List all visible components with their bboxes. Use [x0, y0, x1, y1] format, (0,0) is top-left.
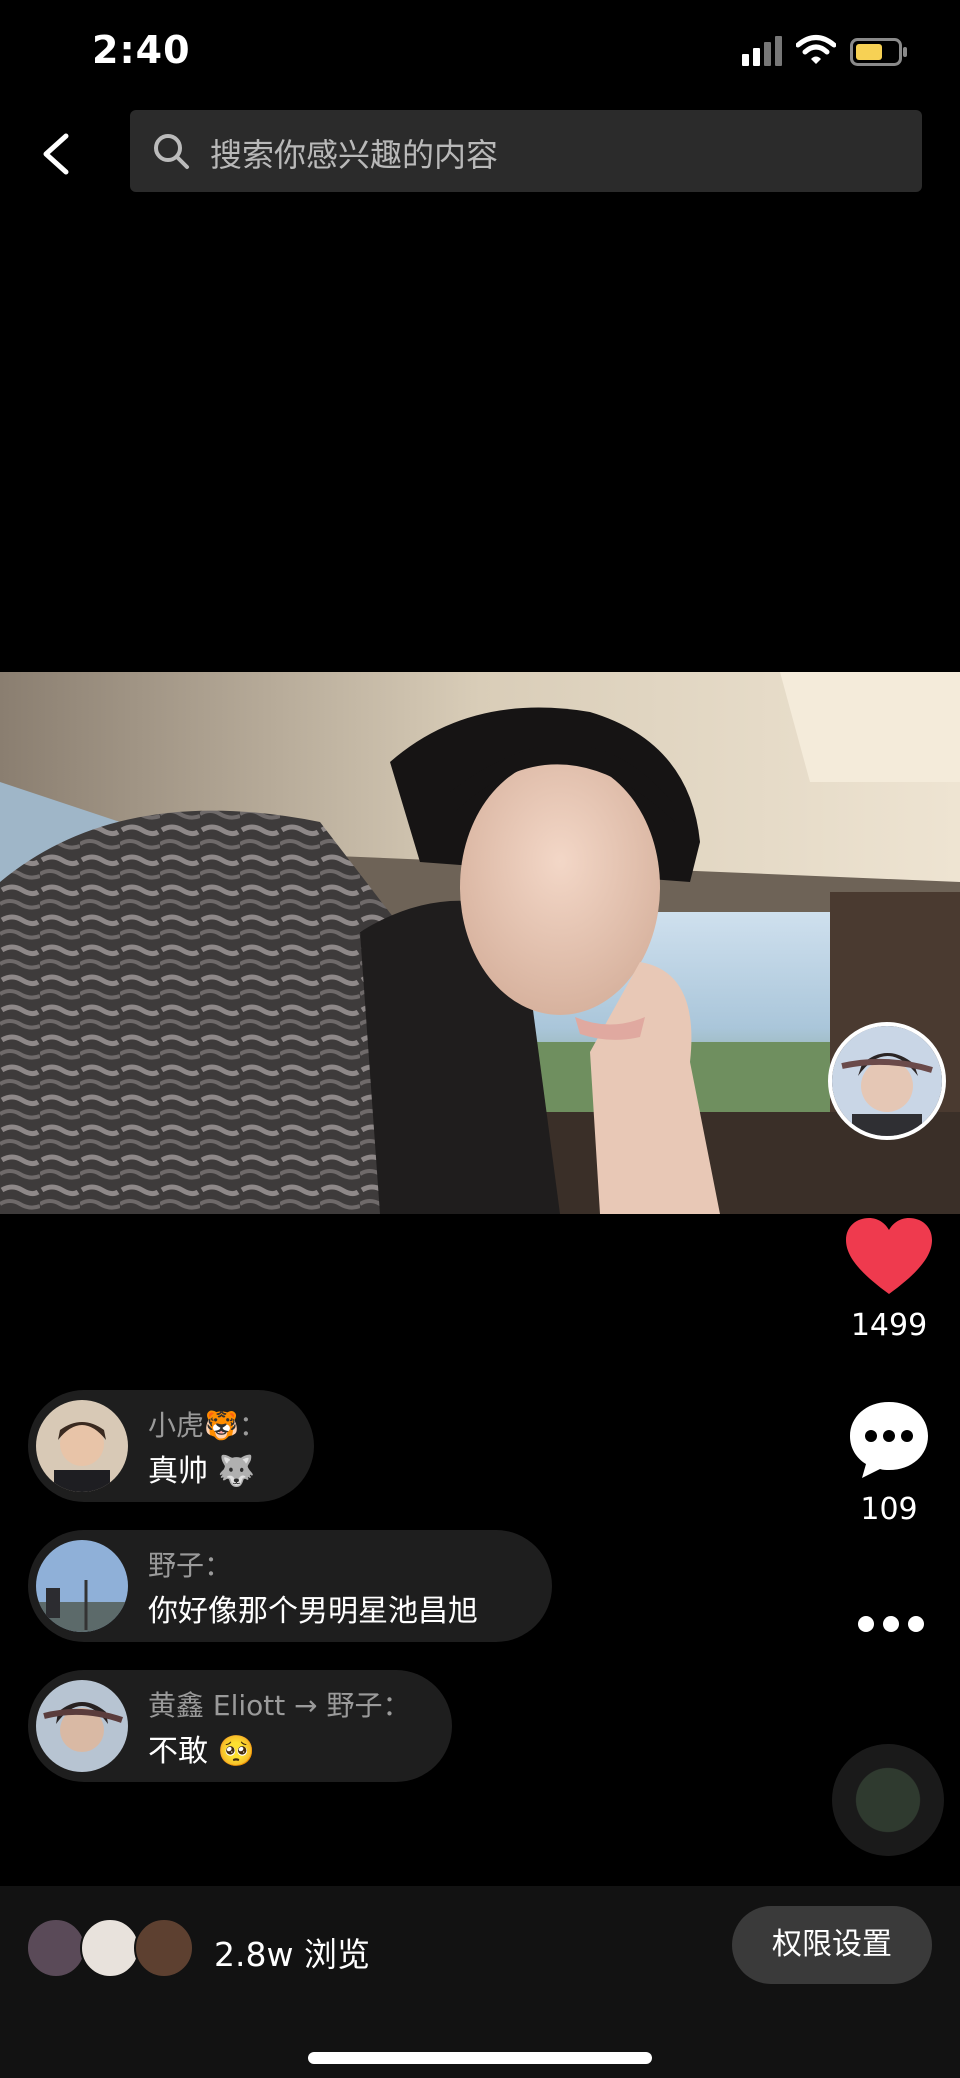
like-count: 1499 — [850, 1308, 928, 1343]
commenter-name: 野子： — [148, 1549, 233, 1582]
bottom-bar: 2.8w 浏览 权限设置 — [0, 1886, 960, 2078]
viewer-avatar[interactable] — [26, 1918, 86, 1978]
author-avatar[interactable] — [828, 1022, 946, 1140]
battery-icon — [850, 38, 907, 66]
status-time: 2:40 — [92, 28, 191, 72]
comment-bubble-icon[interactable] — [846, 1398, 932, 1480]
viewer-avatar[interactable] — [80, 1918, 140, 1978]
comment-text: 不敢 🥺 — [148, 1734, 255, 1769]
search-input[interactable]: 搜索你感兴趣的内容 — [130, 110, 922, 192]
search-placeholder: 搜索你感兴趣的内容 — [210, 136, 499, 174]
comment-count: 109 — [860, 1492, 918, 1527]
comment-text: 你好像那个男明星池昌旭 — [148, 1594, 478, 1629]
commenter-name: 黄鑫 Eliott → 野子： — [148, 1689, 411, 1722]
heart-icon[interactable] — [846, 1218, 932, 1296]
cellular-signal-icon — [742, 36, 782, 66]
commenter-avatar[interactable] — [36, 1400, 128, 1492]
permission-settings-button[interactable]: 权限设置 — [732, 1906, 932, 1984]
home-indicator[interactable] — [308, 2052, 652, 2064]
comment-bubble[interactable]: 黄鑫 Eliott → 野子： 不敢 🥺 — [28, 1670, 452, 1782]
commenter-name: 小虎🐯： — [148, 1409, 267, 1442]
post-photo[interactable] — [0, 672, 960, 1214]
wifi-icon — [796, 35, 836, 64]
view-count: 2.8w 浏览 — [214, 1935, 370, 1974]
back-chevron-icon[interactable] — [38, 132, 74, 176]
commenter-avatar[interactable] — [36, 1680, 128, 1772]
comment-bubble[interactable]: 小虎🐯： 真帅 🐺 — [28, 1390, 314, 1502]
comment-text: 真帅 🐺 — [148, 1454, 255, 1489]
commenter-avatar[interactable] — [36, 1540, 128, 1632]
more-options-icon[interactable] — [856, 1614, 926, 1634]
music-disc[interactable] — [832, 1744, 944, 1856]
search-icon — [154, 134, 189, 169]
viewer-avatar[interactable] — [134, 1918, 194, 1978]
comment-bubble[interactable]: 野子： 你好像那个男明星池昌旭 — [28, 1530, 552, 1642]
